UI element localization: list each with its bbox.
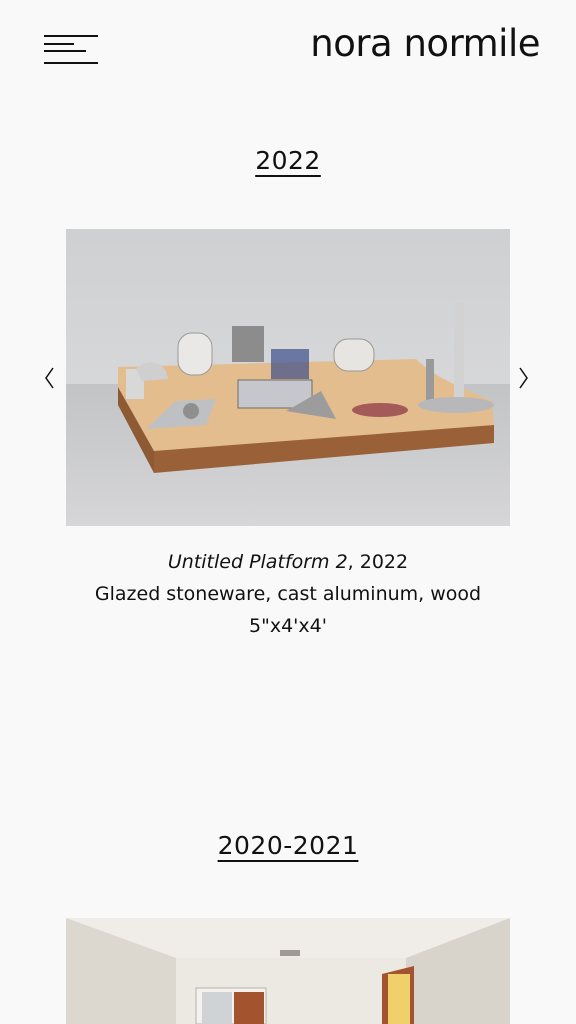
artwork-title: Untitled Platform 2 [167,551,348,573]
hamburger-menu-icon[interactable] [44,33,98,65]
menu-line-4 [44,62,98,64]
artwork-materials: Glazed stoneware, cast aluminum, wood [94,583,482,605]
artwork-photo-room [66,918,510,1024]
caption-title-line: Untitled Platform 2, 2022 [0,546,576,578]
artwork-image[interactable] [66,918,510,1024]
menu-line-3 [44,50,86,52]
artwork-image[interactable] [66,229,510,526]
menu-line-1 [44,35,98,37]
artwork-carousel [0,229,576,526]
chevron-left-icon[interactable] [37,363,61,393]
section-year-label[interactable]: 2020-2021 [218,831,359,860]
section-heading-2022[interactable]: 2022 [0,146,576,175]
site-header: nora normile [0,0,576,100]
menu-line-2 [44,43,74,45]
section-heading-2020-2021[interactable]: 2020-2021 [0,831,576,860]
section-year-label[interactable]: 2022 [255,146,321,175]
chevron-right-icon[interactable] [512,363,536,393]
artwork-dimensions: 5"x4'x4' [249,615,327,637]
site-title[interactable]: nora normile [310,22,540,66]
artwork-year: , 2022 [347,551,409,573]
artwork-caption: Untitled Platform 2, 2022 Glazed stonewa… [0,546,576,642]
artwork-photo-platform [66,229,510,526]
